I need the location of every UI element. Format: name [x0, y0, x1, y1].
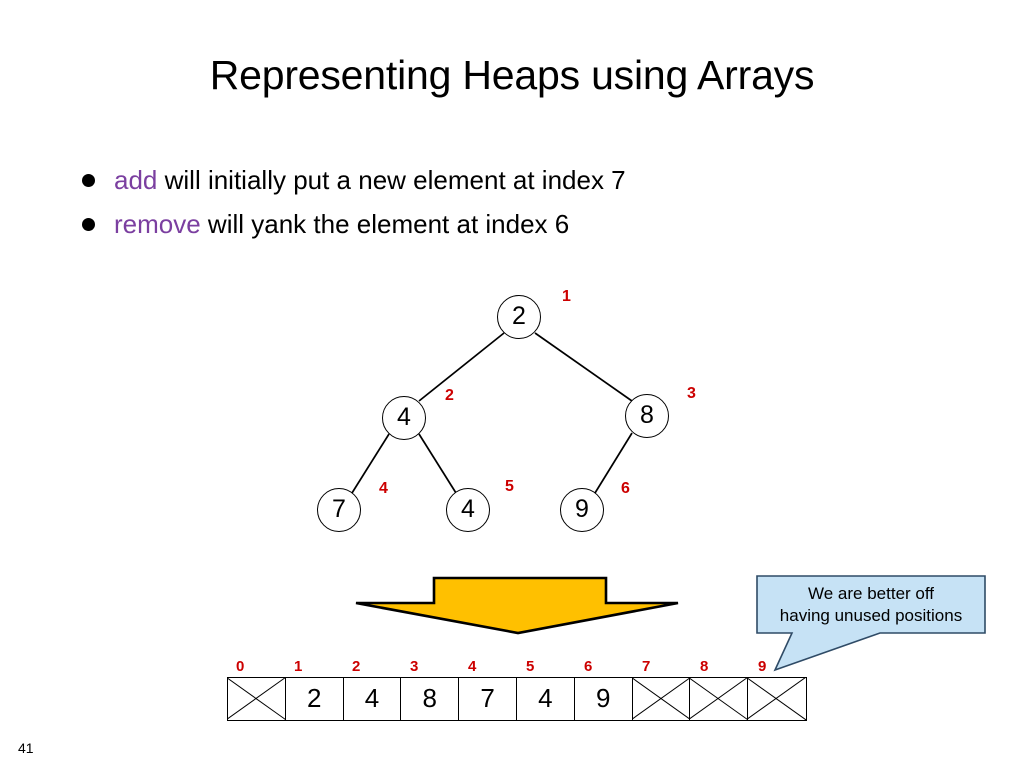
heap-array: 2 4 8 7 4 9 — [227, 677, 807, 721]
bullet-dot-icon — [82, 218, 95, 231]
tree-node-2: 4 — [382, 396, 426, 440]
tree-edge-left-rightchild — [418, 433, 457, 494]
bullet-keyword-add: add — [114, 165, 158, 195]
page-number: 41 — [18, 740, 34, 756]
array-index-0: 0 — [236, 658, 245, 675]
array-index-labels: 0 1 2 3 4 5 6 7 8 9 — [227, 659, 807, 675]
down-arrow-shape — [355, 576, 679, 635]
array-cell-5: 4 — [517, 678, 575, 720]
array-cell-1: 2 — [286, 678, 344, 720]
array-index-5: 5 — [526, 658, 535, 675]
tree-node-3: 8 — [625, 394, 669, 438]
tree-node-index-4: 4 — [379, 480, 388, 497]
array-index-8: 8 — [700, 658, 709, 675]
array-index-4: 4 — [468, 658, 477, 675]
array-cell-6: 9 — [575, 678, 633, 720]
array-cell-4: 7 — [459, 678, 517, 720]
down-arrow-icon — [355, 576, 679, 635]
array-cell-3: 8 — [401, 678, 460, 720]
bullet-dot-icon — [82, 174, 95, 187]
bullet-list: add will initially put a new element at … — [78, 160, 938, 248]
tree-node-6: 9 — [560, 488, 604, 532]
page-title: Representing Heaps using Arrays — [209, 52, 815, 98]
array-cell-0 — [228, 678, 286, 720]
tree-node-index-3: 3 — [687, 385, 696, 402]
array-index-1: 1 — [294, 658, 303, 675]
tree-edge-root-left — [418, 332, 505, 402]
tree-node-index-5: 5 — [505, 478, 514, 495]
tree-node-1: 2 — [497, 295, 541, 339]
bullet-text-add: will initially put a new element at inde… — [157, 165, 626, 195]
array-cell-7 — [633, 678, 691, 720]
tree-node-index-6: 6 — [621, 480, 630, 497]
tree-node-4: 7 — [317, 488, 361, 532]
bullet-item-add: add will initially put a new element at … — [78, 160, 938, 204]
tree-node-index-2: 2 — [445, 387, 454, 404]
tree-node-5: 4 — [446, 488, 490, 532]
tree-edge-root-right — [534, 332, 633, 402]
tree-node-index-1: 1 — [562, 288, 571, 305]
bullet-keyword-remove: remove — [114, 209, 201, 239]
callout-line-2: having unused positions — [779, 605, 963, 625]
array-index-3: 3 — [410, 658, 419, 675]
array-index-7: 7 — [642, 658, 651, 675]
bullet-text-remove: will yank the element at index 6 — [200, 209, 570, 239]
array-index-6: 6 — [584, 658, 593, 675]
array-cell-8 — [690, 678, 749, 720]
slide-canvas: Representing Heaps using Arrays add will… — [0, 0, 1024, 768]
callout-line-1: We are better off — [808, 583, 934, 603]
array-index-2: 2 — [352, 658, 361, 675]
bullet-item-remove: remove will yank the element at index 6 — [78, 204, 938, 248]
array-cell-9 — [748, 678, 806, 720]
callout-text: We are better off having unused position… — [757, 576, 985, 633]
array-cell-2: 4 — [344, 678, 402, 720]
array-index-9: 9 — [758, 658, 767, 675]
